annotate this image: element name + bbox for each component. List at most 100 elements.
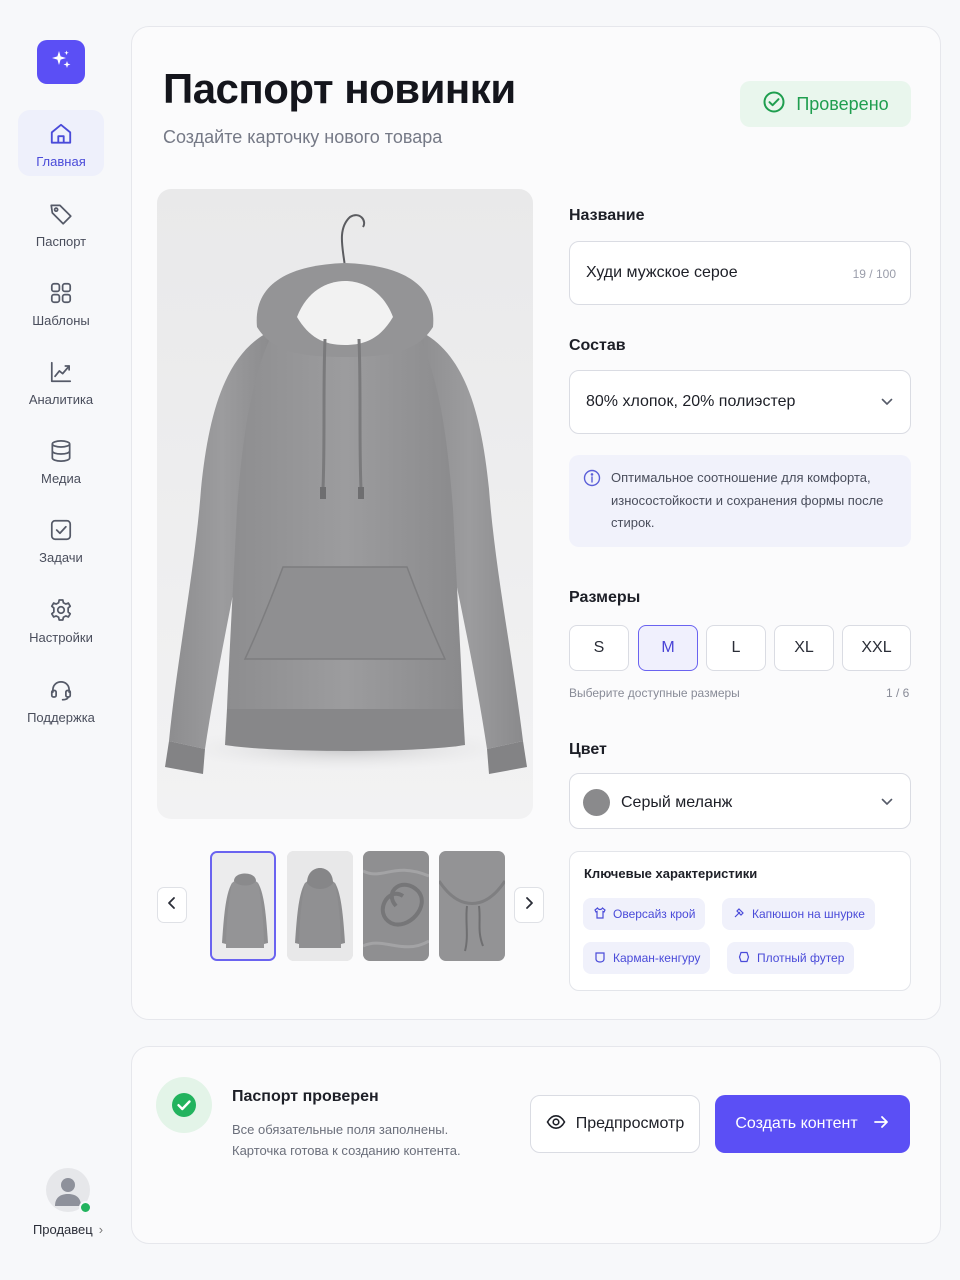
hoodie-front-thumbnail — [212, 853, 274, 959]
name-char-counter: 19 / 100 — [852, 267, 896, 281]
size-option-l[interactable]: L — [706, 625, 766, 671]
online-status-dot — [79, 1201, 92, 1214]
arrow-right-icon — [872, 1113, 890, 1136]
sidebar-item-label: Аналитика — [28, 392, 94, 407]
preview-button-label: Предпросмотр — [575, 1115, 685, 1132]
color-select[interactable]: Серый меланж — [569, 773, 911, 829]
feature-chip-label: Капюшон на шнурке — [752, 907, 865, 921]
home-icon — [47, 120, 75, 148]
composition-value: 80% хлопок, 20% полиэстер — [586, 393, 796, 410]
gallery-thumbnail-1[interactable] — [210, 851, 276, 961]
chevron-right-icon: › — [98, 1222, 104, 1237]
sidebar-item-templates[interactable]: Шаблоны — [18, 269, 104, 335]
color-label: Цвет — [569, 741, 607, 758]
size-option-s[interactable]: S — [569, 625, 629, 671]
size-option-xl[interactable]: XL — [774, 625, 834, 671]
check-circle-icon — [762, 90, 786, 119]
chevron-down-icon — [880, 395, 894, 414]
sidebar-item-tasks[interactable]: Задачи — [18, 506, 104, 572]
feature-chip-label: Карман-кенгуру — [613, 951, 701, 965]
grid-icon — [47, 279, 75, 307]
app-frame: Главная Паспорт Шаблоны Аналитика Медиа … — [0, 0, 960, 1280]
product-photo[interactable] — [157, 189, 533, 819]
page-title: Паспорт новинки — [163, 65, 516, 112]
sidebar-item-label: Поддержка — [27, 710, 95, 725]
status-badge-label: Проверено — [796, 93, 889, 114]
status-card: Паспорт проверен Все обязательные поля з… — [131, 1046, 941, 1244]
sidebar: Главная Паспорт Шаблоны Аналитика Медиа … — [0, 0, 122, 1280]
key-features-title: Ключевые характеристики — [584, 866, 758, 881]
sizes-count: 1 / 6 — [886, 686, 910, 700]
feature-chip[interactable]: Оверсайз крой — [583, 898, 706, 930]
sidebar-item-support[interactable]: Поддержка — [18, 666, 104, 732]
composition-select[interactable]: 80% хлопок, 20% полиэстер — [569, 370, 911, 434]
fabric-closeup-thumbnail — [363, 851, 429, 961]
seller-profile[interactable]: Продавец › — [22, 1168, 114, 1240]
sidebar-item-media[interactable]: Медиа — [18, 427, 104, 493]
name-label: Название — [569, 207, 645, 224]
fabric-icon — [737, 950, 751, 967]
sidebar-item-home[interactable]: Главная — [18, 110, 104, 176]
sidebar-item-passport[interactable]: Паспорт — [18, 190, 104, 256]
status-badge: Проверено — [740, 81, 911, 127]
hoodie-back-thumbnail — [287, 851, 353, 961]
status-line-1: Все обязательные поля заполнены. — [232, 1122, 449, 1137]
database-icon — [47, 437, 75, 465]
sidebar-item-label: Настройки — [29, 630, 93, 645]
feature-chip[interactable]: Плотный футер — [727, 942, 855, 974]
color-swatch — [583, 789, 610, 816]
chart-icon — [47, 358, 75, 386]
key-features: Ключевые характеристики Оверсайз крой Ка… — [569, 851, 911, 991]
sidebar-item-label: Главная — [36, 154, 86, 169]
status-description: Все обязательные поля заполнены. Карточк… — [232, 1119, 502, 1161]
gallery-next-button[interactable] — [514, 887, 544, 923]
gallery-thumbnail-2[interactable] — [287, 851, 353, 961]
size-option-xxl[interactable]: XXL — [842, 625, 911, 671]
hoodie-image — [165, 214, 527, 774]
gallery-thumbnail-4[interactable] — [439, 851, 505, 961]
feature-chip-label: Плотный футер — [757, 951, 845, 965]
chevron-right-icon — [523, 896, 535, 915]
composition-label: Состав — [569, 337, 626, 354]
preview-button[interactable]: Предпросмотр — [530, 1095, 700, 1153]
feature-chip[interactable]: Капюшон на шнурке — [722, 898, 875, 930]
sidebar-item-label: Паспорт — [35, 234, 87, 249]
sidebar-item-settings[interactable]: Настройки — [18, 586, 104, 652]
composition-info: Оптимальное соотношение для комфорта, из… — [569, 455, 911, 547]
string-icon — [732, 906, 746, 923]
size-option-m[interactable]: M — [638, 625, 698, 671]
feature-chip-label: Оверсайз крой — [613, 907, 696, 921]
sidebar-item-label: Медиа — [41, 471, 81, 486]
name-value: Худи мужское серое — [586, 264, 738, 281]
pocket-icon — [593, 950, 607, 967]
chevron-down-icon — [880, 795, 894, 814]
app-logo[interactable] — [37, 40, 85, 84]
color-value: Серый меланж — [621, 794, 733, 811]
tag-icon — [47, 200, 75, 228]
create-content-button-label: Создать контент — [735, 1115, 858, 1132]
create-content-button[interactable]: Создать контент — [715, 1095, 910, 1153]
gallery-thumbnail-3[interactable] — [363, 851, 429, 961]
passport-card: Паспорт новинки Создайте карточку нового… — [131, 26, 941, 1020]
sidebar-item-analytics[interactable]: Аналитика — [18, 348, 104, 414]
sizes-hint: Выберите доступные размеры — [569, 686, 740, 700]
shirt-icon — [593, 906, 607, 923]
sizes-label: Размеры — [569, 589, 641, 606]
feature-chip[interactable]: Карман-кенгуру — [583, 942, 711, 974]
status-title: Паспорт проверен — [232, 1088, 379, 1105]
avatar — [46, 1168, 92, 1214]
checkbox-icon — [47, 516, 75, 544]
page-subtitle: Создайте карточку нового товара — [163, 127, 443, 147]
gallery-prev-button[interactable] — [157, 887, 187, 923]
composition-info-text: Оптимальное соотношение для комфорта, из… — [611, 470, 884, 530]
chevron-left-icon — [166, 896, 178, 915]
sparkles-icon — [48, 47, 74, 78]
name-field[interactable]: Худи мужское серое 19 / 100 — [569, 241, 911, 305]
eye-icon — [546, 1112, 566, 1137]
headset-icon — [47, 676, 75, 704]
seller-label: Продавец — [32, 1222, 93, 1237]
status-line-2: Карточка готова к созданию контента. — [232, 1143, 461, 1158]
check-circle-icon — [156, 1077, 212, 1133]
hood-detail-thumbnail — [439, 851, 505, 961]
info-icon — [583, 469, 601, 492]
